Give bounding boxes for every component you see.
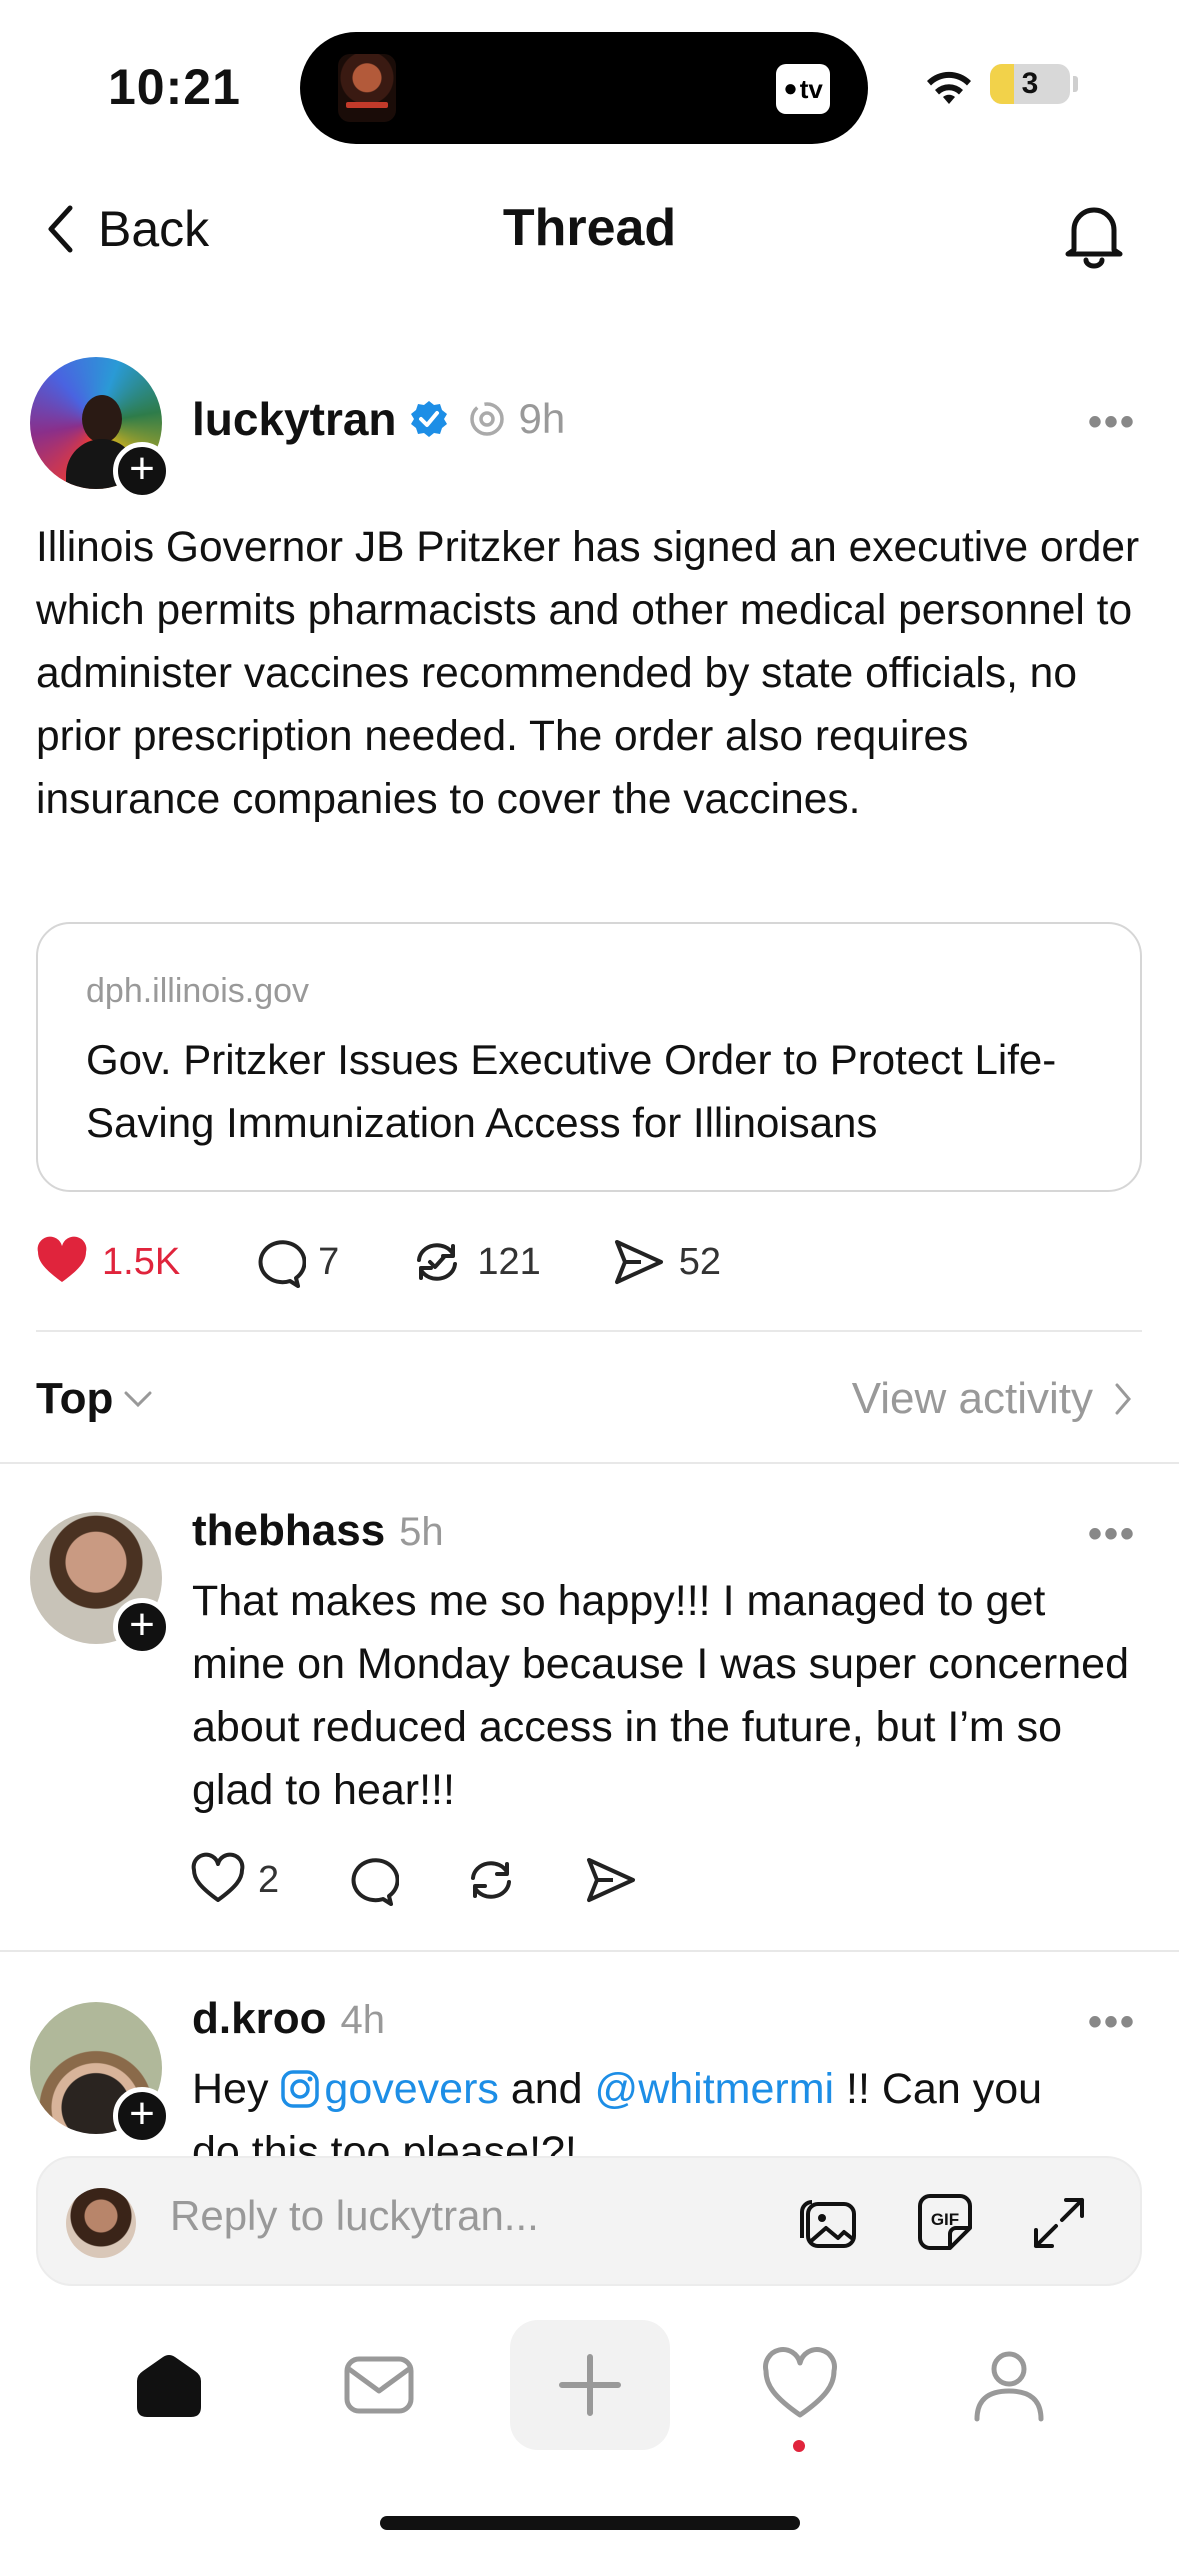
navigation-header: Back Thread [0,180,1179,280]
repost-icon [471,1861,512,1899]
tab-inbox[interactable] [314,2320,444,2450]
dynamic-island[interactable]: ● tv [300,32,868,144]
post-header: luckytran 9h [192,392,565,446]
battery-nub [1073,76,1078,92]
repost-button[interactable] [463,1852,519,1908]
follow-button[interactable]: + [113,2087,171,2145]
bell-icon[interactable] [1058,198,1130,270]
divider [0,1950,1179,1952]
image-gallery-icon[interactable] [794,2188,864,2258]
share-count: 52 [678,1240,721,1283]
reply-timestamp: 5h [399,1510,444,1554]
heart-icon [763,2347,837,2418]
comment-button[interactable] [343,1852,400,1908]
heart-icon [191,1852,245,1902]
reply-text-line2: do this too please!?! [192,2128,577,2156]
post-username[interactable]: luckytran [192,392,397,446]
like-count: 1.5K [102,1240,181,1283]
view-activity-link[interactable]: View activity [852,1374,1133,1424]
mention-link[interactable]: govevers [280,2065,499,2113]
tab-profile[interactable] [944,2320,1074,2450]
reply-header: thebhass 5h [192,1506,444,1556]
now-playing-artwork [338,54,396,122]
reply-body: Hey govevers and @whitmermi !! Can you d… [192,2058,1142,2156]
gif-icon[interactable]: GIF [910,2188,980,2258]
page-title: Thread [502,199,677,257]
sort-row: Top View activity [0,1330,1179,1460]
repost-button[interactable]: 121 [409,1234,541,1290]
svg-text:GIF: GIF [931,2210,959,2229]
comment-button[interactable]: 7 [250,1234,339,1290]
more-options-icon[interactable]: ••• [1088,1512,1136,1557]
chevron-right-icon [1115,1383,1131,1415]
threads-fediverse-icon [469,402,504,436]
reply-timestamp: 4h [340,1998,385,2042]
mention-text: govevers [324,2065,499,2113]
reply-text-prefix: Hey [192,2065,281,2113]
battery-indicator: 3 [990,64,1070,104]
chevron-down-icon [124,1391,152,1408]
link-preview-card[interactable]: dph.illinois.gov Gov. Pritzker Issues Ex… [36,922,1142,1192]
wifi-icon [927,71,971,104]
reply-input[interactable]: Reply to luckytran... [170,2192,539,2240]
sort-dropdown[interactable]: Top [36,1374,153,1424]
tab-new-post[interactable] [510,2320,670,2450]
sort-label: Top [36,1374,114,1423]
reply-text-mid: and [498,2065,595,2113]
more-options-icon[interactable]: ••• [1088,400,1136,445]
share-icon [587,1858,636,1902]
comment-icon [258,1240,307,1288]
mention-link[interactable]: @whitmermi [595,2065,835,2113]
home-indicator [380,2516,800,2530]
tab-home[interactable] [104,2320,234,2450]
activity-notification-dot [793,2440,805,2452]
reply-username[interactable]: thebhass [192,1506,385,1556]
link-domain: dph.illinois.gov [86,972,310,1010]
home-icon [137,2355,201,2417]
divider [0,1462,1179,1464]
share-button[interactable]: 52 [611,1234,721,1290]
plus-icon [559,2354,621,2416]
mail-icon [344,2356,414,2414]
follow-button[interactable]: + [113,442,171,500]
reply-actions: 2 [190,1852,703,1908]
reply-username[interactable]: d.kroo [192,1994,326,2044]
share-button[interactable] [583,1852,639,1908]
reply-text-suffix: !! Can you [834,2065,1043,2113]
post-timestamp: 9h [518,395,566,442]
battery-level: 3 [1021,67,1039,100]
status-time: 10:21 [108,59,241,115]
repost-count: 121 [477,1240,541,1283]
avatar-face [82,395,122,443]
like-button[interactable]: 1.5K [34,1234,180,1290]
post-body: Illinois Governor JB Pritzker has signed… [36,524,1140,823]
reply-composer[interactable]: Reply to luckytran... GIF [36,2156,1142,2286]
avatar [66,2188,136,2258]
link-title: Gov. Pritzker Issues Executive Order to … [86,1036,1057,1146]
share-icon [614,1240,663,1284]
tab-bar [0,2320,1179,2470]
expand-icon[interactable] [1024,2188,1094,2258]
reply-header: d.kroo 4h [192,1994,385,2044]
status-bar: 10:21 ● tv 3 [0,0,1179,170]
view-activity-label: View activity [851,1374,1093,1423]
apple-tv-icon: ● tv [776,64,830,114]
instagram-icon [281,2070,320,2108]
more-options-icon[interactable]: ••• [1088,2000,1136,2045]
repost-icon [417,1243,458,1281]
post-actions: 1.5K 7 121 52 [34,1230,791,1294]
follow-button[interactable]: + [113,1598,171,1656]
reply-body: That makes me so happy!!! I managed to g… [192,1577,1129,1814]
comment-icon [351,1858,400,1906]
verified-badge-icon [410,401,447,437]
like-count: 2 [258,1858,280,1901]
profile-icon [974,2351,1044,2422]
like-button[interactable]: 2 [190,1852,279,1908]
comment-count: 7 [318,1240,340,1283]
tab-activity[interactable] [735,2320,865,2450]
heart-filled-icon [37,1236,87,1282]
